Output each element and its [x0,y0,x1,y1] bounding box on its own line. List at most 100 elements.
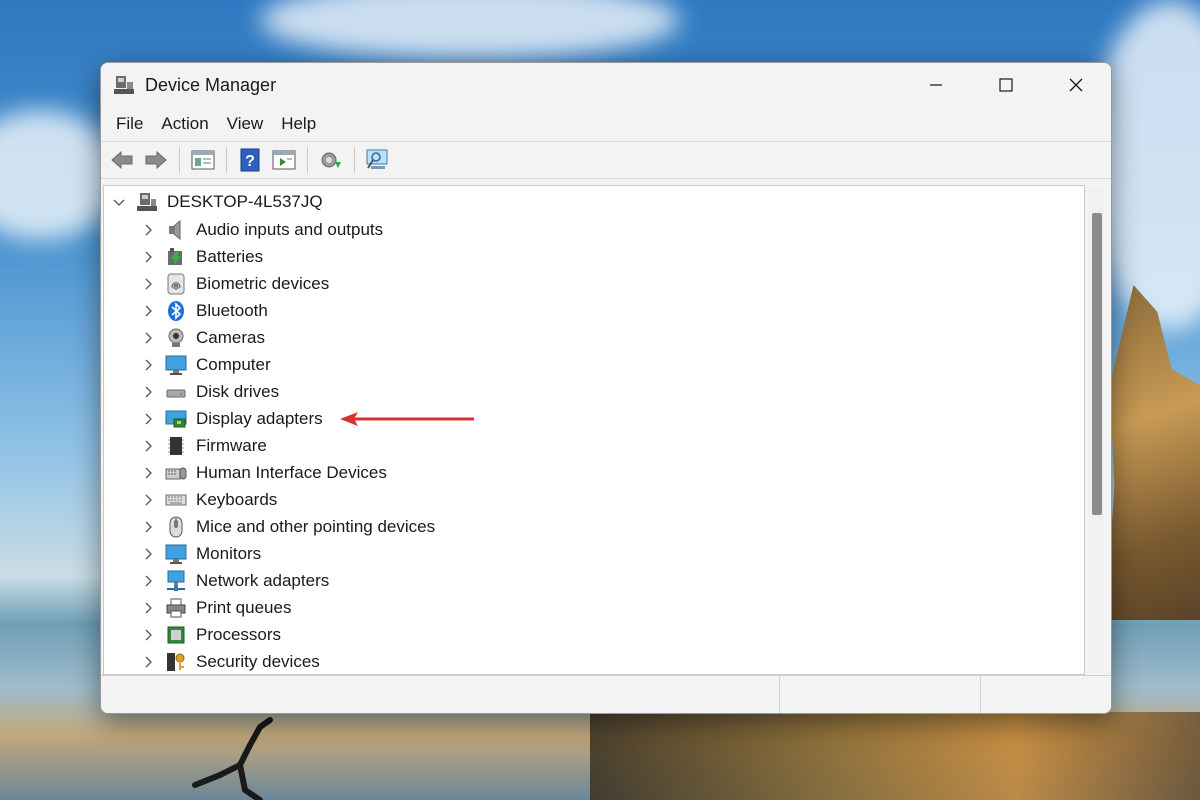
show-hidden-button[interactable] [269,146,299,174]
show-hidden-icon [272,150,296,170]
status-cell [101,676,780,713]
water-reflection [590,712,1200,800]
tree-item-network-adapters[interactable]: Network adapters [141,567,329,594]
properties-icon [191,150,215,170]
expand-chevron-icon[interactable] [141,520,155,534]
expand-chevron-icon[interactable] [141,412,155,426]
tree-item-security-devices[interactable]: Security devices [141,648,320,675]
vertical-scrollbar[interactable] [1089,187,1103,673]
expand-chevron-icon[interactable] [141,493,155,507]
status-cell [780,676,981,713]
help-button[interactable]: ? [235,146,265,174]
battery-icon [165,246,187,268]
root-icon [136,191,158,213]
status-bar [101,675,1111,713]
menu-help[interactable]: Help [272,107,325,141]
expand-chevron-icon[interactable] [141,574,155,588]
camera-icon [165,327,187,349]
tree-node-label: Monitors [196,543,262,563]
tree-item-display-adapters[interactable]: Display adapters [141,405,323,432]
close-icon [1069,78,1083,92]
expand-chevron-icon[interactable] [141,331,155,345]
tree-item-audio-inputs-and-outputs[interactable]: Audio inputs and outputs [141,216,383,243]
tree-node-label: Computer [196,354,271,374]
tree-item-batteries[interactable]: Batteries [141,243,263,270]
forward-button[interactable] [141,146,171,174]
tree-node-label: Biometric devices [196,273,330,293]
tree-node-label: Keyboards [196,489,278,509]
expand-chevron-icon[interactable] [141,466,155,480]
expand-chevron-icon[interactable] [141,655,155,669]
forward-icon [145,150,167,170]
tree-item-biometric-devices[interactable]: Biometric devices [141,270,329,297]
processor-icon [165,624,187,646]
expand-chevron-icon[interactable] [141,601,155,615]
rock-formation [1105,285,1200,620]
window-title: Device Manager [145,74,277,95]
expand-chevron-icon[interactable] [141,223,155,237]
expand-chevron-icon[interactable] [141,385,155,399]
expand-chevron-icon[interactable] [141,439,155,453]
expand-chevron-icon[interactable] [141,628,155,642]
menu-view[interactable]: View [218,107,273,141]
update-driver-icon [321,152,341,168]
tree-item-firmware[interactable]: Firmware [141,432,267,459]
firmware-icon [165,435,187,457]
tree-item-human-interface-devices[interactable]: Human Interface Devices [141,459,387,486]
scan-hardware-icon [366,149,388,169]
speaker-icon [165,219,187,241]
tree-root[interactable]: DESKTOP-4L537JQ [112,188,323,215]
tree-node-label: Processors [196,624,282,644]
tree-item-disk-drives[interactable]: Disk drives [141,378,279,405]
tree-item-cameras[interactable]: Cameras [141,324,265,351]
tree-item-mice-and-other-pointing-devices[interactable]: Mice and other pointing devices [141,513,435,540]
tree-item-processors[interactable]: Processors [141,621,281,648]
minimize-button[interactable] [901,63,971,107]
expand-chevron-icon[interactable] [141,547,155,561]
tree-item-computer[interactable]: Computer [141,351,271,378]
person-silhouette [192,717,273,800]
expand-chevron-icon[interactable] [141,304,155,318]
menu-action[interactable]: Action [152,107,217,141]
tree-node-label: Disk drives [196,381,280,401]
hid-icon [165,462,187,484]
maximize-icon [999,78,1013,92]
scan-hardware-button[interactable] [363,146,393,174]
maximize-button[interactable] [971,63,1041,107]
cloud [260,0,680,60]
collapse-chevron-icon[interactable] [112,195,126,209]
update-driver-button[interactable] [316,146,346,174]
status-cell [981,676,1111,713]
tree-item-bluetooth[interactable]: Bluetooth [141,297,268,324]
tree-node-label: Display adapters [196,408,323,428]
back-button[interactable] [107,146,137,174]
toolbar: ? [101,141,1111,179]
expand-chevron-icon[interactable] [141,358,155,372]
expand-chevron-icon[interactable] [141,277,155,291]
tree-item-keyboards[interactable]: Keyboards [141,486,277,513]
toolbar-separator [179,147,180,173]
toolbar-separator [307,147,308,173]
menu-file[interactable]: File [107,107,152,141]
display-adapter-icon [165,408,187,430]
printer-icon [165,597,187,619]
toolbar-separator [354,147,355,173]
scrollbar-thumb[interactable] [1092,213,1102,515]
tree-node-label: DESKTOP-4L537JQ [167,191,323,211]
tree-node-label: Security devices [196,651,320,671]
disk-drive-icon [165,381,187,403]
tree-item-monitors[interactable]: Monitors [141,540,261,567]
properties-button[interactable] [188,146,218,174]
close-button[interactable] [1041,63,1111,107]
tree-node-label: Bluetooth [196,300,268,320]
help-icon: ? [240,148,260,172]
expand-chevron-icon[interactable] [141,250,155,264]
minimize-icon [930,84,942,86]
annotation-arrow [340,412,474,426]
tree-node-label: Mice and other pointing devices [196,516,436,536]
network-adapter-icon [165,570,187,592]
tree-node-label: Human Interface Devices [196,462,387,482]
tree-node-label: Audio inputs and outputs [196,219,384,239]
tree-item-print-queues[interactable]: Print queues [141,594,291,621]
toolbar-separator [226,147,227,173]
